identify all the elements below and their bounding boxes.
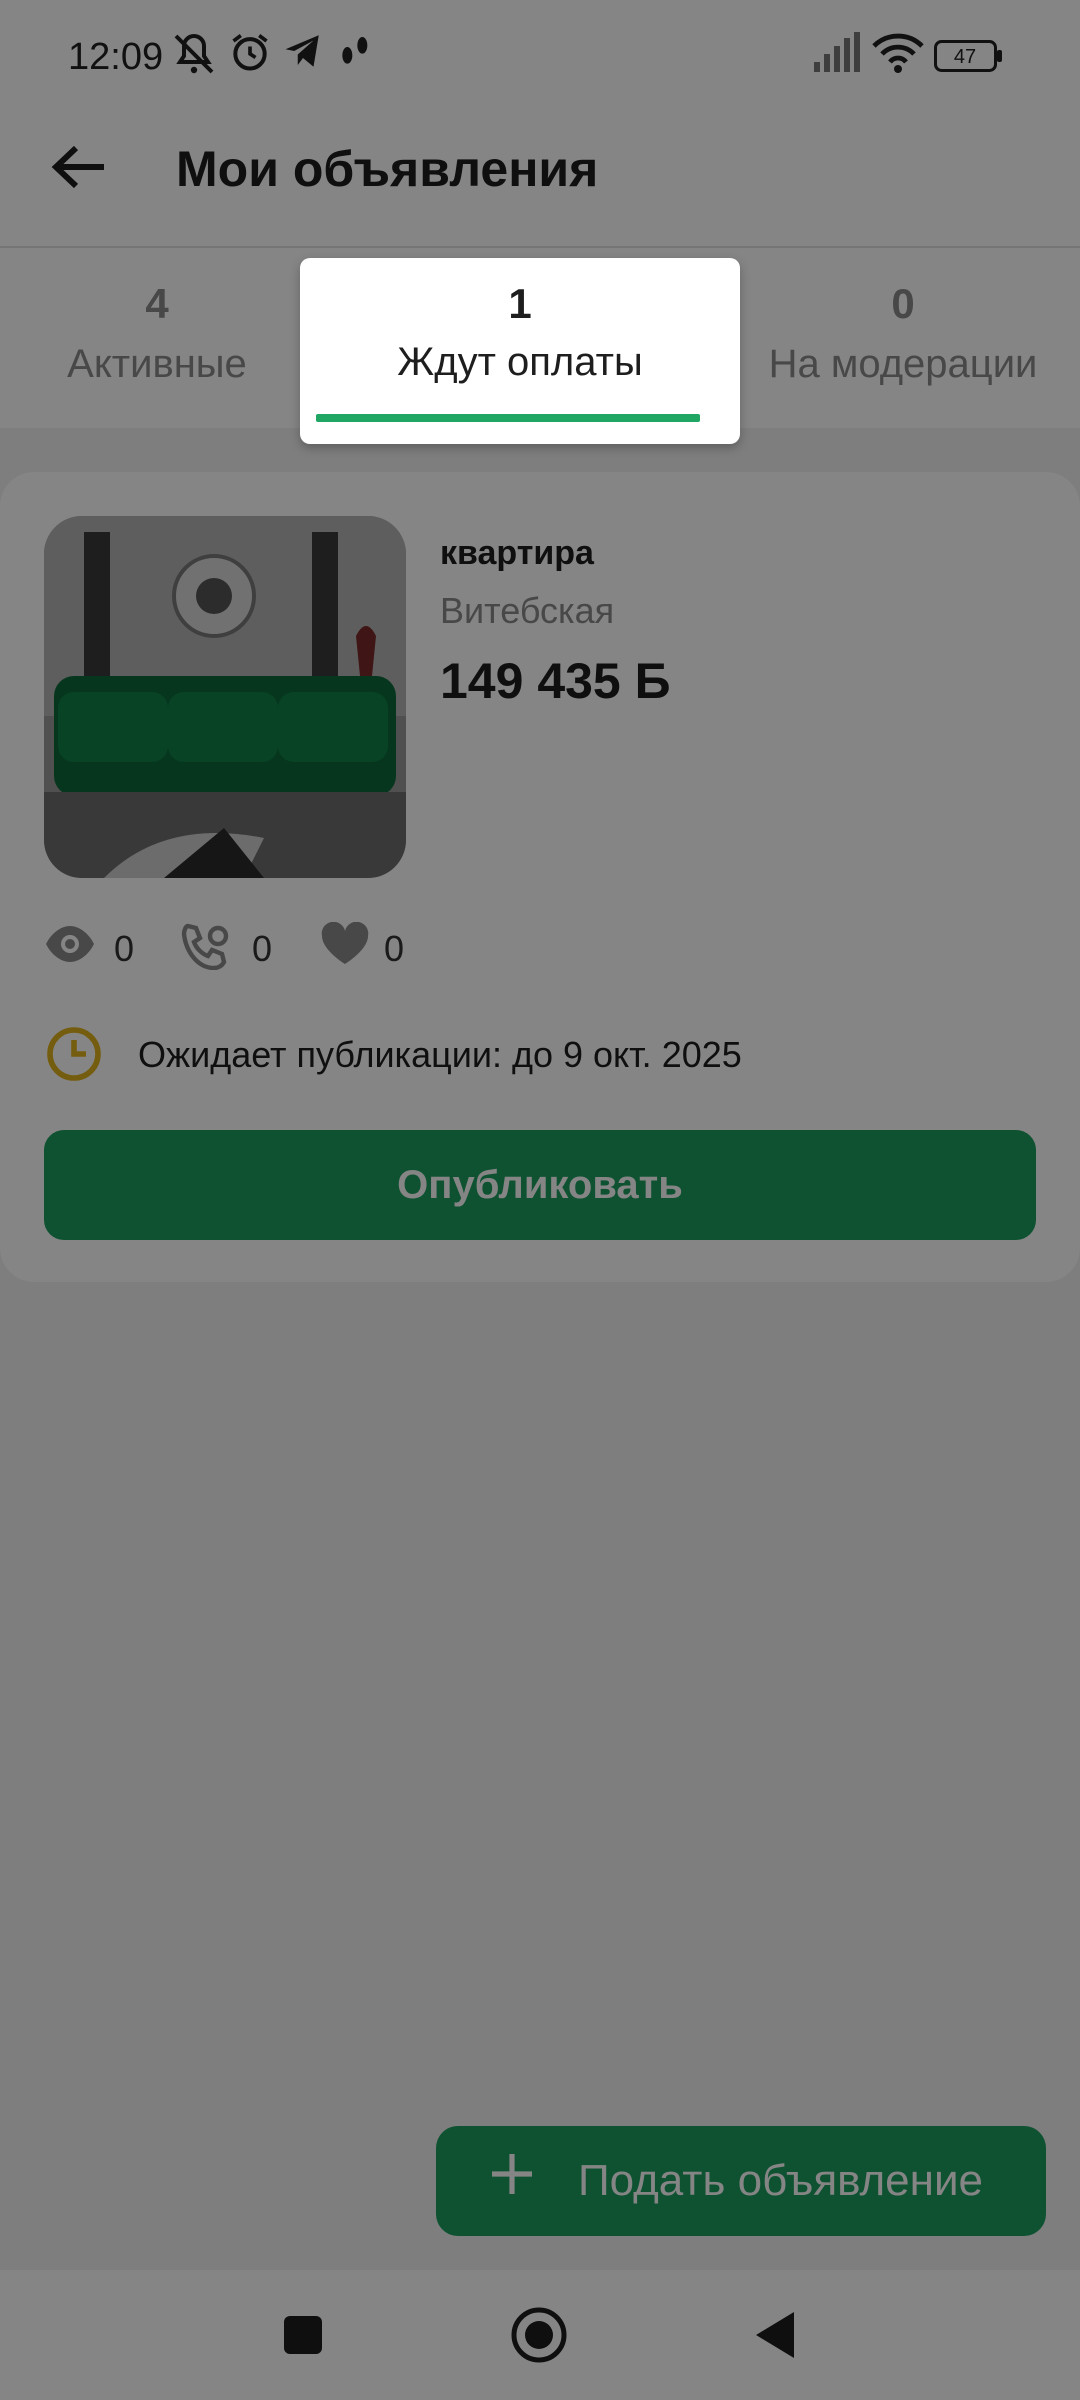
telegram-icon <box>282 30 324 77</box>
publication-status: Ожидает публикации: до 9 окт. 2025 <box>138 1034 742 1075</box>
tab-count: 4 <box>145 280 169 327</box>
clock-icon <box>44 1024 104 1084</box>
signal-icon <box>812 30 862 79</box>
alarm-icon <box>228 30 272 79</box>
tab-label: На модерации <box>768 342 1038 386</box>
tab-moderation[interactable]: 0 На модерации <box>740 248 1066 428</box>
highlight-tab-count: 1 <box>508 280 532 327</box>
tab-active[interactable]: 4 Активные <box>0 248 314 428</box>
footsteps-icon <box>334 30 374 79</box>
wifi-icon <box>872 30 924 79</box>
mute-bell-icon <box>170 30 218 83</box>
listing-title[interactable]: квартира <box>440 534 594 573</box>
views-count: 0 <box>114 928 135 969</box>
phone-call-icon <box>180 922 232 975</box>
tab-count: 0 <box>891 280 915 327</box>
back-triangle-icon[interactable] <box>752 2310 796 2365</box>
status-time: 12:09 <box>68 36 164 78</box>
listing-photo[interactable] <box>44 516 406 878</box>
favorites-count: 0 <box>384 928 405 969</box>
listing-location: Витебская <box>440 590 615 631</box>
plus-icon <box>488 2150 536 2198</box>
recents-square-icon[interactable] <box>282 2314 324 2361</box>
tab-label: Активные <box>67 342 247 386</box>
heart-icon <box>320 921 370 971</box>
publish-button[interactable]: Опубликовать <box>44 1130 1036 1240</box>
calls-count: 0 <box>252 928 273 969</box>
eye-icon <box>44 922 96 971</box>
page-title: Мои объявления <box>176 141 599 197</box>
home-circle-icon[interactable] <box>510 2306 568 2369</box>
arrow-back-icon[interactable] <box>50 142 108 192</box>
add-listing-button[interactable]: Подать объявление <box>436 2126 1046 2236</box>
listing-price: 149 435 Б <box>440 652 671 710</box>
add-listing-label: Подать объявление <box>578 2156 984 2205</box>
battery-level: 47 <box>954 46 976 68</box>
highlighted-tab-awaiting-payment[interactable]: 1 Ждут оплаты <box>300 258 740 444</box>
highlight-tab-label: Ждут оплаты <box>397 340 643 384</box>
price-currency: Б <box>634 653 671 709</box>
battery-icon: 47 <box>934 40 1004 77</box>
price-value: 149 435 <box>440 653 621 709</box>
status-bar: 12:09 47 <box>0 0 1080 120</box>
tab-indicator <box>316 414 700 422</box>
